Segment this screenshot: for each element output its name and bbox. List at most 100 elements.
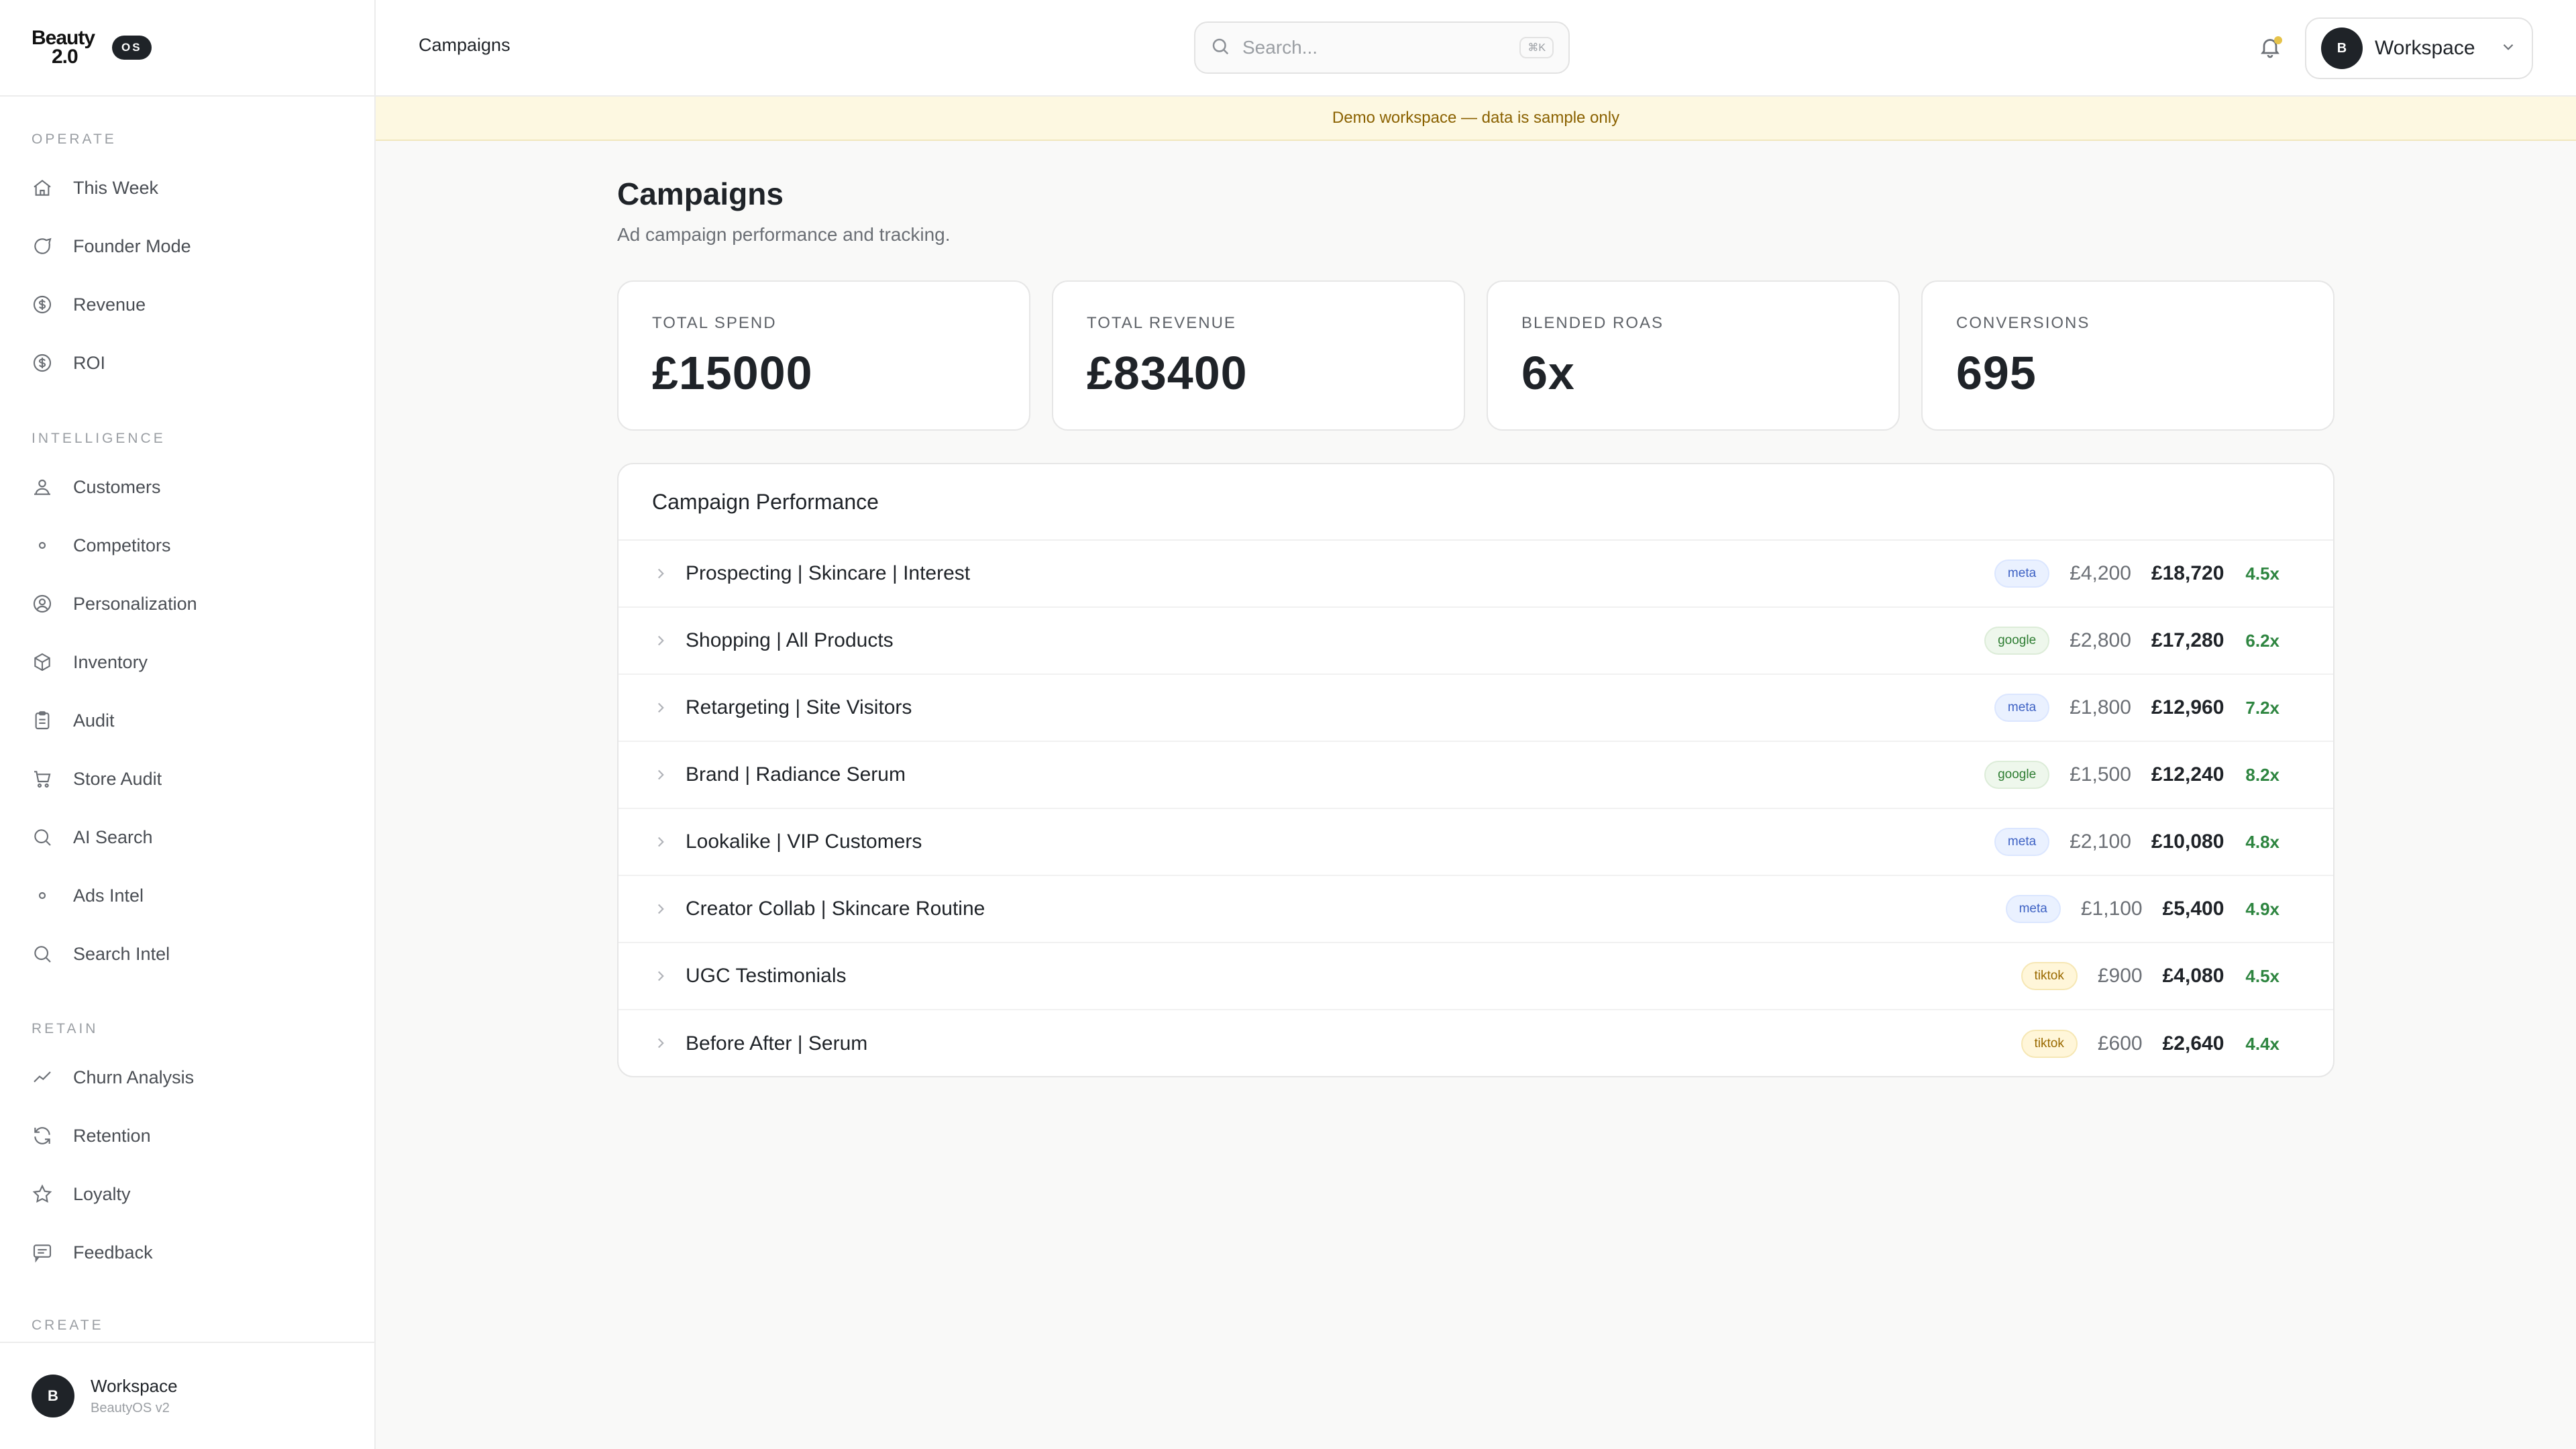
campaign-spend: £600 <box>2097 1032 2143 1055</box>
stat-value: £83400 <box>1087 347 1248 399</box>
campaign-row[interactable]: Retargeting | Site Visitors meta £1,800 £12… <box>619 675 2333 742</box>
chevron-right-icon[interactable] <box>652 565 669 582</box>
sidebar-item-churn-analysis[interactable]: Churn Analysis <box>32 1057 347 1097</box>
platform-badge: meta <box>1994 828 2050 856</box>
sidebar-item-competitors[interactable]: Competitors <box>32 525 347 566</box>
search-input[interactable] <box>1242 37 1508 58</box>
campaign-row[interactable]: Shopping | All Products google £2,800 £17,2… <box>619 608 2333 675</box>
section-label-operate: OPERATE <box>32 131 117 147</box>
topbar: Campaigns ⌘K B Workspace <box>376 0 2576 97</box>
sidebar-item-this-week[interactable]: This Week <box>32 168 347 208</box>
campaign-name: Prospecting | Skincare | Interest <box>686 562 971 584</box>
sidebar-item-founder-mode[interactable]: Founder Mode <box>32 226 347 266</box>
breadcrumb: Campaigns <box>419 35 511 55</box>
stat-label: CONVERSIONS <box>1956 314 2090 332</box>
stat-card-blended-roas: BLENDED ROAS 6x <box>1487 280 1900 431</box>
chat-icon <box>32 235 53 257</box>
home-icon <box>32 177 53 199</box>
sidebar-item-ai-search[interactable]: AI Search <box>32 817 347 857</box>
campaign-roas: 8.2x <box>2245 764 2279 785</box>
platform-badge: google <box>1984 627 2050 655</box>
notification-bell-icon[interactable] <box>2258 35 2282 59</box>
chevron-right-icon[interactable] <box>652 967 669 985</box>
search-box[interactable]: ⌘K <box>1194 21 1570 74</box>
chevron-right-icon[interactable] <box>652 833 669 851</box>
campaign-spend: £2,100 <box>2070 830 2131 853</box>
brand-line2: 2.0 <box>52 46 78 68</box>
chevron-right-icon[interactable] <box>652 1034 669 1052</box>
sidebar-item-loyalty[interactable]: Loyalty <box>32 1174 347 1214</box>
campaign-row[interactable]: Creator Collab | Skincare Routine meta £1,… <box>619 876 2333 943</box>
campaign-row[interactable]: Prospecting | Skincare | Interest meta £4,… <box>619 541 2333 608</box>
sidebar-item-label: ROI <box>73 352 106 373</box>
sidebar-item-label: Personalization <box>73 593 197 614</box>
campaign-spend: £4,200 <box>2070 562 2131 584</box>
campaign-revenue: £18,720 <box>2151 562 2224 584</box>
user-circle-icon <box>32 593 53 614</box>
campaign-row[interactable]: Brand | Radiance Serum google £1,500 £12,24… <box>619 742 2333 809</box>
sidebar-item-store-audit[interactable]: Store Audit <box>32 759 347 799</box>
sidebar-item-feedback[interactable]: Feedback <box>32 1232 347 1273</box>
chevron-right-icon[interactable] <box>652 766 669 784</box>
page-subtitle: Ad campaign performance and tracking. <box>617 224 951 245</box>
section-label-retain: RETAIN <box>32 1021 99 1036</box>
sidebar-item-retention[interactable]: Retention <box>32 1116 347 1156</box>
campaign-roas: 4.5x <box>2245 965 2279 986</box>
chevron-right-icon[interactable] <box>652 699 669 716</box>
os-badge: OS <box>112 36 152 60</box>
campaign-revenue: £2,640 <box>2162 1032 2224 1055</box>
sidebar-item-revenue[interactable]: Revenue <box>32 284 347 325</box>
campaign-roas: 4.8x <box>2245 831 2279 852</box>
sidebar-item-inventory[interactable]: Inventory <box>32 642 347 682</box>
star-icon <box>32 1183 53 1205</box>
sidebar-item-search-intel[interactable]: Search Intel <box>32 934 347 974</box>
dollar-icon <box>32 294 53 315</box>
sidebar-item-label: Customers <box>73 476 161 497</box>
stat-value: 695 <box>1956 347 2037 399</box>
sidebar-item-personalization[interactable]: Personalization <box>32 584 347 624</box>
campaign-row[interactable]: Before After | Serum tiktok £600 £2,640 4.4x <box>619 1010 2333 1076</box>
sidebar-item-roi[interactable]: ROI <box>32 343 347 383</box>
campaign-roas: 6.2x <box>2245 630 2279 651</box>
campaign-roas: 7.2x <box>2245 697 2279 718</box>
campaign-revenue: £10,080 <box>2151 830 2224 853</box>
chevron-down-icon <box>2500 38 2517 59</box>
campaign-name: Retargeting | Site Visitors <box>686 696 912 718</box>
platform-badge: meta <box>1994 559 2050 588</box>
campaign-row[interactable]: UGC Testimonials tiktok £900 £4,080 4.5x <box>619 943 2333 1010</box>
sidebar-item-ads-intel[interactable]: Ads Intel <box>32 875 347 916</box>
stat-value: £15000 <box>652 347 813 399</box>
campaign-roas: 4.4x <box>2245 1033 2279 1054</box>
workspace-label: Workspace <box>2375 37 2475 59</box>
campaign-name: Brand | Radiance Serum <box>686 763 906 786</box>
stat-label: TOTAL SPEND <box>652 314 777 332</box>
sidebar-item-label: Audit <box>73 710 115 731</box>
campaign-row[interactable]: Lookalike | VIP Customers meta £2,100 £10,0… <box>619 809 2333 876</box>
stat-label: TOTAL REVENUE <box>1087 314 1236 332</box>
sidebar-item-label: Loyalty <box>73 1183 131 1204</box>
campaign-roas: 4.5x <box>2245 563 2279 584</box>
brand[interactable]: Beauty 2.0 OS <box>0 0 374 97</box>
chevron-right-icon[interactable] <box>652 632 669 649</box>
campaign-roas: 4.9x <box>2245 898 2279 919</box>
search-icon <box>32 826 53 848</box>
workspace-switcher[interactable]: B Workspace <box>2305 17 2533 79</box>
clipboard-icon <box>32 710 53 731</box>
campaign-performance-card: Campaign Performance Prospecting | Skinc… <box>617 463 2334 1077</box>
workspace-version: BeautyOS v2 <box>91 1401 170 1415</box>
sidebar-item-label: Ads Intel <box>73 885 144 906</box>
message-icon <box>32 1242 53 1263</box>
sidebar-item-customers[interactable]: Customers <box>32 467 347 507</box>
sidebar-footer[interactable]: B Workspace BeautyOS v2 <box>0 1342 374 1449</box>
dot-icon <box>32 535 53 556</box>
campaign-spend: £900 <box>2097 965 2143 987</box>
sidebar-item-label: Revenue <box>73 294 146 315</box>
sidebar-item-audit[interactable]: Audit <box>32 700 347 741</box>
campaign-name: Lookalike | VIP Customers <box>686 830 922 853</box>
platform-badge: tiktok <box>2021 1030 2078 1058</box>
campaign-revenue: £4,080 <box>2162 965 2224 987</box>
sidebar: Beauty 2.0 OS OPERATE This Week Founder Mo… <box>0 0 376 1449</box>
chevron-right-icon[interactable] <box>652 900 669 918</box>
stat-card-conversions: CONVERSIONS 695 <box>1921 280 2334 431</box>
sidebar-item-label: Inventory <box>73 651 148 672</box>
